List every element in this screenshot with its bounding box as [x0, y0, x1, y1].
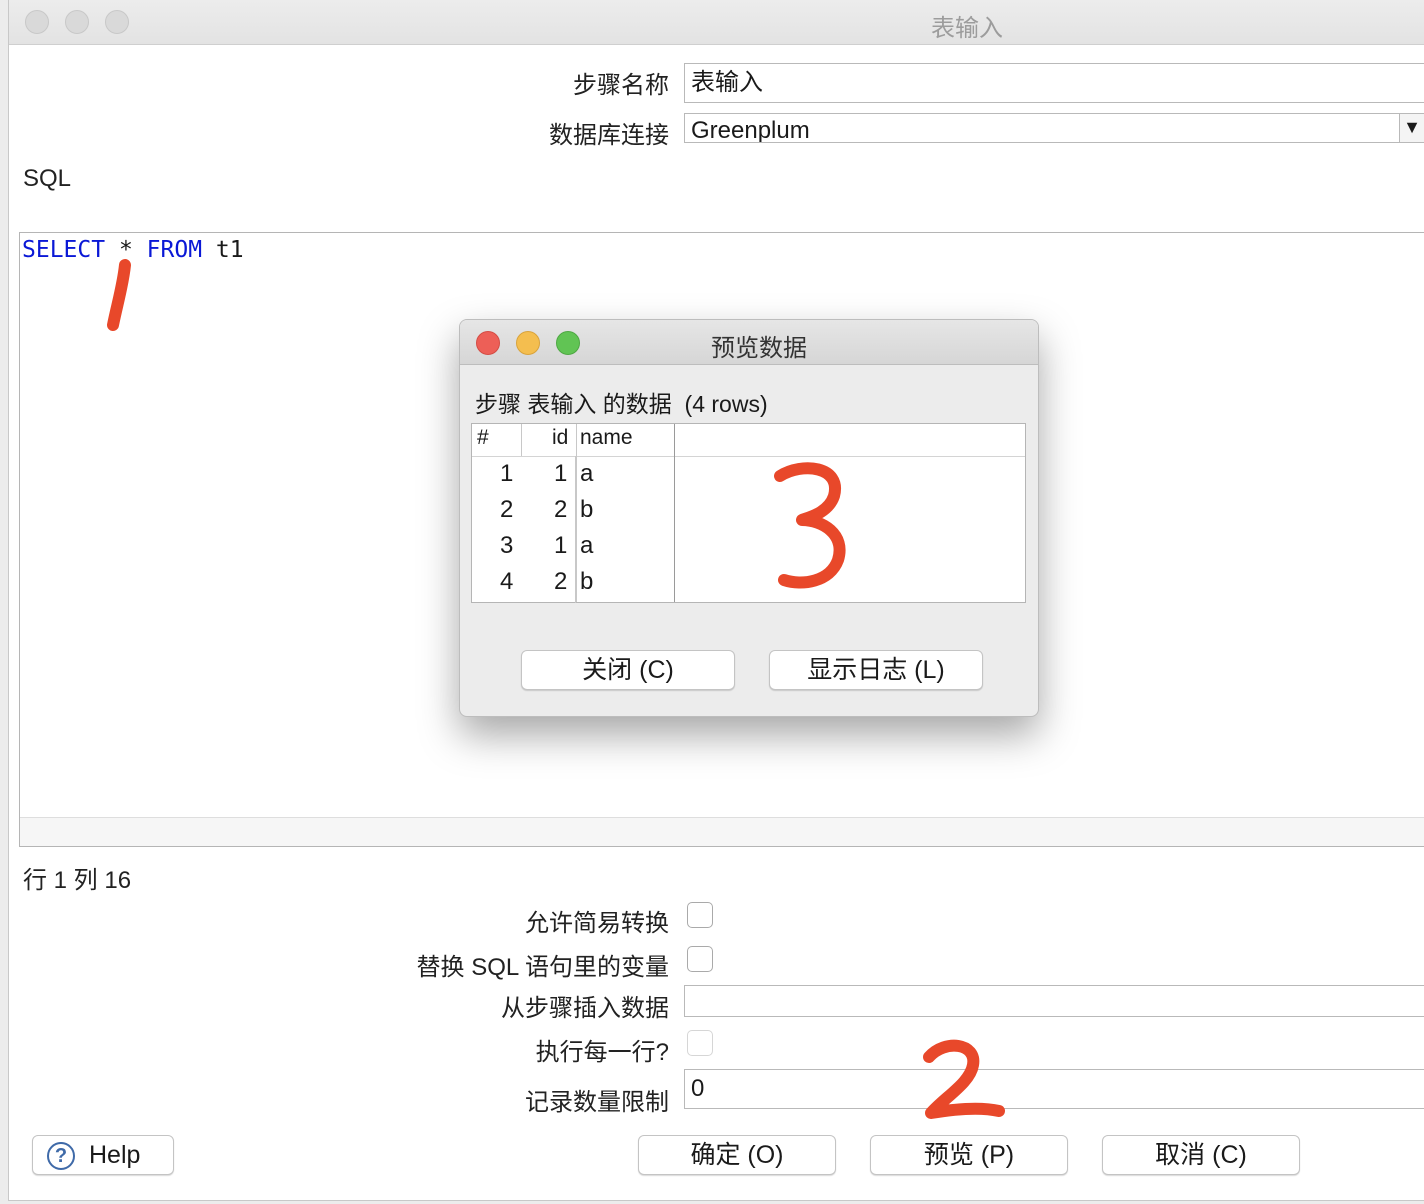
row-index-cell: 3: [500, 532, 514, 559]
replace-variables-label: 替换 SQL 语句里的变量: [416, 954, 669, 981]
insert-from-step-select[interactable]: [684, 985, 1424, 1017]
sql-keyword-from: FROM: [146, 237, 203, 263]
row-index-cell: 2: [500, 496, 514, 523]
lazy-conversion-checkbox[interactable]: [687, 902, 713, 928]
sql-horizontal-scrollbar[interactable]: [20, 817, 1424, 846]
lazy-conversion-label: 允许简易转换: [525, 910, 669, 937]
window-title: 表输入: [931, 15, 1003, 42]
help-button-label: Help: [89, 1141, 141, 1169]
dialog-titlebar: 预览数据: [460, 320, 1038, 365]
annotation-number-3: [774, 462, 846, 589]
ok-button[interactable]: 确定 (O): [638, 1135, 836, 1175]
column-header-index[interactable]: #: [477, 426, 489, 450]
column-divider: [674, 424, 675, 602]
id-cell: 2: [554, 496, 568, 523]
name-cell: a: [580, 460, 594, 487]
sql-table: t1: [215, 237, 244, 263]
table-header: # id name: [472, 424, 1025, 457]
row-index-cell: 4: [500, 568, 514, 595]
help-icon: ?: [47, 1142, 75, 1171]
row-index-cell: 1: [500, 460, 514, 487]
cancel-button[interactable]: 取消 (C): [1102, 1135, 1300, 1175]
help-button[interactable]: ? Help: [32, 1135, 174, 1175]
preview-data-table[interactable]: # id name 1 1 a 2 2 b 3 1 a 4 2 b: [471, 423, 1026, 603]
id-cell: 1: [554, 460, 568, 487]
close-dialog-button[interactable]: 关闭 (C): [521, 650, 735, 690]
id-cell: 2: [554, 568, 568, 595]
id-cell: 1: [554, 532, 568, 559]
execute-each-row-checkbox[interactable]: [687, 1030, 713, 1056]
dropdown-arrow-icon[interactable]: ▼: [1399, 114, 1424, 142]
step-name-input[interactable]: 表输入: [684, 63, 1424, 103]
name-cell: a: [580, 532, 594, 559]
dialog-title: 预览数据: [711, 335, 807, 362]
db-connection-select[interactable]: Greenplum ▼: [684, 113, 1424, 143]
replace-variables-checkbox[interactable]: [687, 946, 713, 972]
step-name-label: 步骤名称: [573, 72, 669, 99]
name-cell: b: [580, 496, 594, 523]
preview-data-dialog: 预览数据 步骤 表输入 的数据 (4 rows) # id name 1 1 a…: [459, 319, 1039, 717]
column-divider: [521, 424, 522, 456]
annotation-number-2: [923, 1039, 1005, 1119]
name-cell: b: [580, 568, 594, 595]
limit-size-label: 记录数量限制: [525, 1089, 669, 1116]
sql-label: SQL: [23, 165, 72, 192]
window-titlebar: 表输入: [9, 0, 1424, 45]
column-header-id[interactable]: id: [552, 426, 568, 450]
db-connection-value: Greenplum: [691, 117, 810, 143]
execute-each-row-label: 执行每一行?: [535, 1039, 669, 1066]
sql-keyword-select: SELECT: [22, 237, 106, 263]
annotation-number-1: [107, 259, 131, 331]
column-header-name[interactable]: name: [580, 426, 633, 450]
insert-from-step-label: 从步骤插入数据: [501, 995, 669, 1022]
show-log-button[interactable]: 显示日志 (L): [769, 650, 983, 690]
cursor-position-status: 行 1 列 16: [23, 867, 132, 894]
db-connection-label: 数据库连接: [549, 122, 669, 149]
column-divider: [576, 424, 577, 602]
limit-size-input[interactable]: 0: [684, 1069, 1424, 1109]
preview-button[interactable]: 预览 (P): [870, 1135, 1068, 1175]
dialog-caption: 步骤 表输入 的数据 (4 rows): [475, 391, 768, 417]
